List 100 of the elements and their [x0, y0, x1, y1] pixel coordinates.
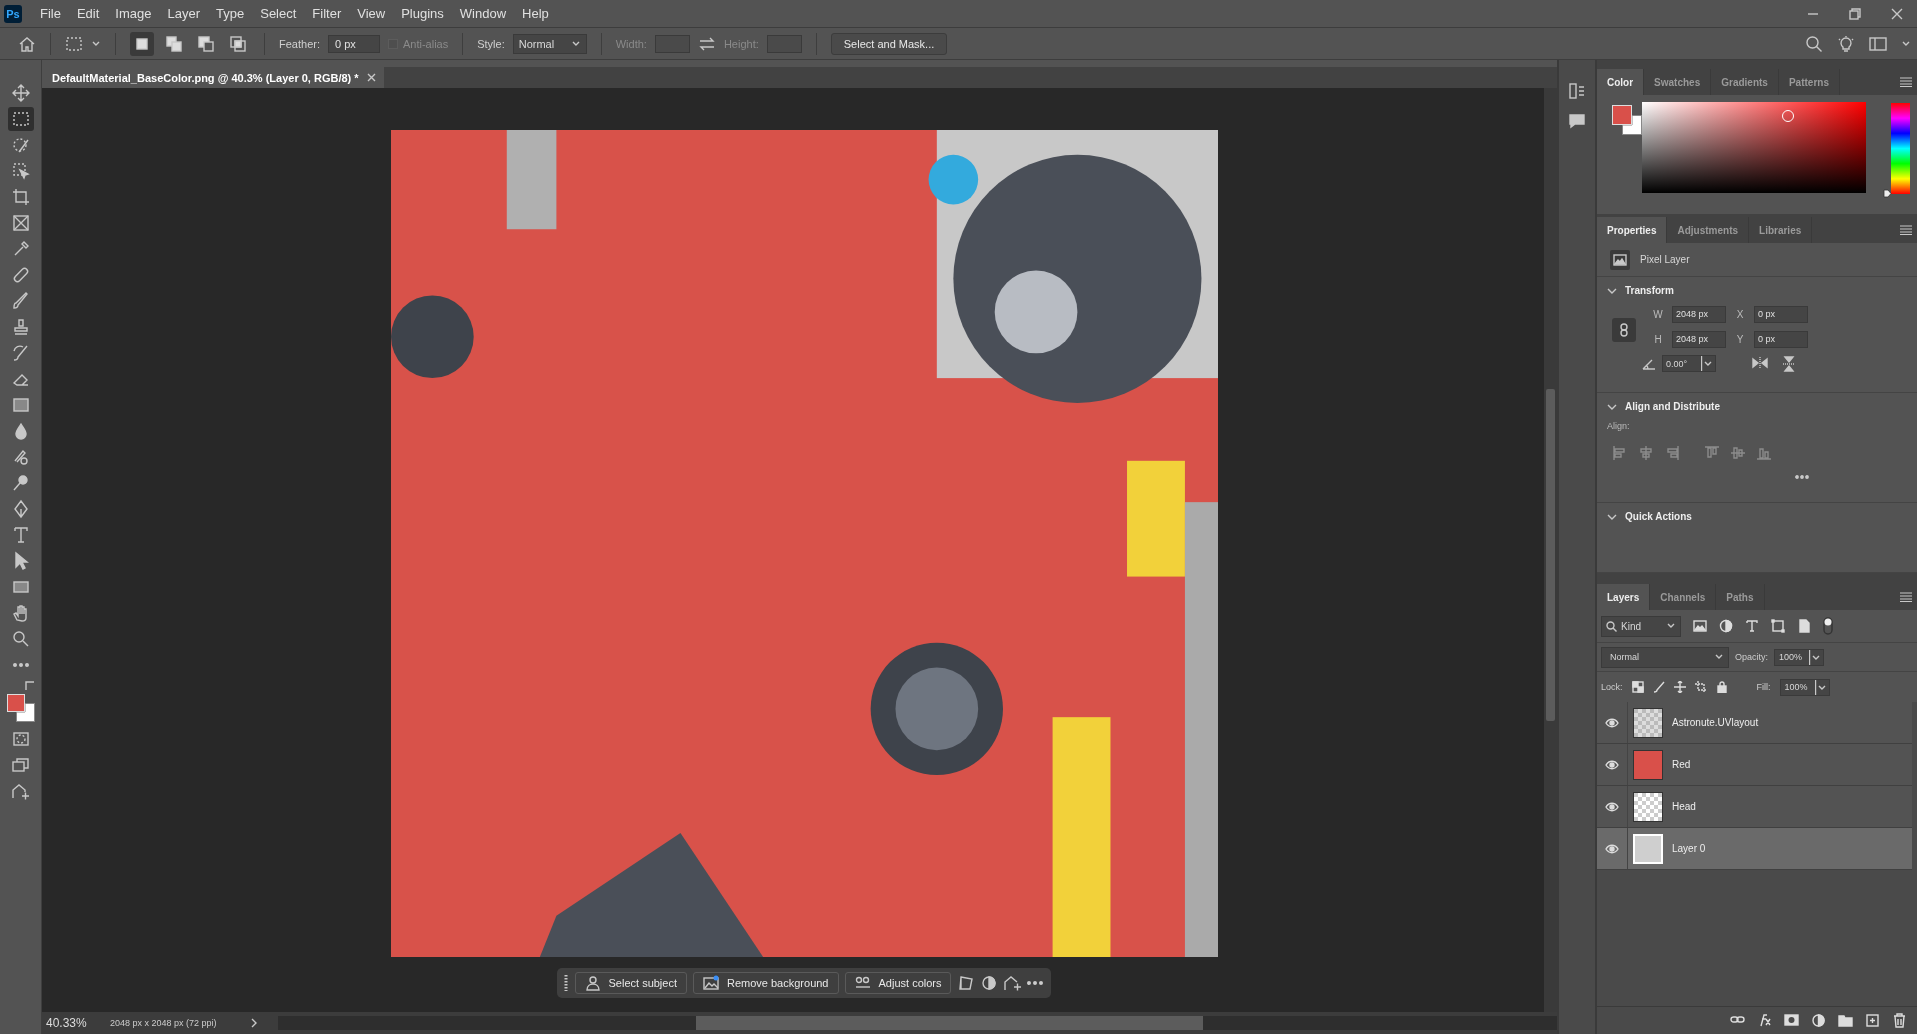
- shape-filter-icon[interactable]: [1771, 619, 1785, 633]
- new-layer-icon[interactable]: [1865, 1013, 1880, 1028]
- flip-horizontal-icon[interactable]: [1752, 355, 1768, 370]
- layer-row[interactable]: Head: [1597, 786, 1912, 828]
- swap-icon[interactable]: [697, 36, 716, 51]
- dodge-tool-icon[interactable]: [10, 473, 31, 493]
- menu-item[interactable]: Plugins: [393, 6, 452, 21]
- toggle-icon[interactable]: [1823, 617, 1833, 635]
- menu-item[interactable]: Type: [208, 6, 253, 21]
- restore-icon[interactable]: [1849, 7, 1861, 20]
- menu-item[interactable]: Layer: [159, 6, 209, 21]
- eye-icon[interactable]: [1605, 801, 1619, 812]
- menu-item[interactable]: Image: [107, 6, 160, 21]
- menu-item[interactable]: Select: [252, 6, 305, 21]
- image-plus-icon[interactable]: [10, 781, 31, 801]
- eye-icon[interactable]: [1605, 759, 1619, 770]
- move-tool-icon[interactable]: [10, 83, 31, 103]
- brush-icon[interactable]: [10, 291, 31, 311]
- close-icon[interactable]: [366, 73, 376, 82]
- feather-field[interactable]: 0 px: [327, 34, 380, 53]
- menu-item[interactable]: Window: [451, 6, 515, 21]
- brush-icon[interactable]: [1652, 681, 1665, 693]
- screen-mode-icon[interactable]: [10, 755, 31, 775]
- comment-icon[interactable]: [1568, 112, 1586, 130]
- adjustment-layer-icon[interactable]: [1811, 1013, 1826, 1028]
- eye-icon[interactable]: [1605, 717, 1619, 728]
- transform-icon[interactable]: [957, 974, 976, 992]
- history-panel-icon[interactable]: [1568, 82, 1586, 100]
- smart-object-filter-icon[interactable]: [1797, 619, 1811, 633]
- menu-item[interactable]: Edit: [68, 6, 108, 21]
- type-filter-icon[interactable]: [1745, 619, 1759, 633]
- style-dropdown[interactable]: Normal: [512, 33, 587, 54]
- context-button[interactable]: Adjust colors: [844, 972, 952, 994]
- foreground-color-swatch[interactable]: [6, 694, 25, 712]
- layer-row[interactable]: Red: [1597, 744, 1912, 786]
- move-icon[interactable]: [1673, 681, 1686, 693]
- more-icon[interactable]: [1795, 475, 1809, 479]
- blend-mode-dropdown[interactable]: Normal: [1601, 646, 1729, 668]
- layer-row[interactable]: Layer 0: [1597, 828, 1912, 870]
- zoom-icon[interactable]: [10, 629, 31, 649]
- panel-tab[interactable]: Properties: [1597, 217, 1668, 243]
- swap-colors-icon[interactable]: [24, 681, 35, 691]
- flip-vertical-icon[interactable]: [1782, 355, 1796, 372]
- fx-icon[interactable]: [1757, 1013, 1772, 1028]
- eye-icon[interactable]: [1605, 843, 1619, 854]
- panel-menu-icon[interactable]: [1899, 77, 1913, 87]
- select-and-mask-button[interactable]: Select and Mask...: [830, 32, 948, 55]
- lock-icon[interactable]: [1715, 681, 1728, 693]
- close-icon[interactable]: [1891, 7, 1903, 20]
- frame-tool-icon[interactable]: [10, 213, 31, 233]
- opacity-field[interactable]: 100%: [1774, 648, 1824, 666]
- lock-transparency-icon[interactable]: [1631, 681, 1644, 693]
- menu-item[interactable]: File: [32, 6, 69, 21]
- panel-menu-icon[interactable]: [1899, 225, 1913, 235]
- document-tab[interactable]: DefaultMaterial_BaseColor.png @ 40.3% (Layer 0, RGB/8) *: [42, 67, 384, 88]
- image-plus-icon[interactable]: [1003, 974, 1022, 992]
- crop-tool-icon[interactable]: [10, 187, 31, 207]
- lightbulb-icon[interactable]: [1837, 34, 1855, 53]
- color-field[interactable]: [1642, 102, 1866, 193]
- search-icon[interactable]: [1805, 34, 1823, 53]
- quick-selection-icon[interactable]: [10, 135, 31, 155]
- intersect-selection-icon[interactable]: [229, 34, 247, 53]
- menu-item[interactable]: View: [349, 6, 394, 21]
- value-field[interactable]: 2048 px: [1672, 306, 1726, 323]
- subtract-selection-icon[interactable]: [197, 34, 215, 53]
- folder-icon[interactable]: [1838, 1013, 1853, 1028]
- layer-row[interactable]: Astronute.UVlayout: [1597, 702, 1912, 744]
- home-icon[interactable]: [18, 34, 36, 53]
- foreground-color-swatch[interactable]: [1612, 105, 1632, 125]
- contrast-icon[interactable]: [981, 975, 998, 991]
- context-button[interactable]: Remove background: [693, 972, 839, 994]
- background-color-swatch[interactable]: [15, 703, 35, 722]
- gradient-icon[interactable]: [10, 395, 31, 415]
- value-field[interactable]: 0 px: [1754, 306, 1808, 323]
- adjustment-filter-icon[interactable]: [1719, 619, 1733, 633]
- fill-field[interactable]: 100%: [1779, 678, 1830, 696]
- menu-item[interactable]: Filter: [304, 6, 350, 21]
- drag-handle-icon[interactable]: [562, 974, 569, 992]
- image-filter-icon[interactable]: [1693, 619, 1707, 633]
- marquee-tool-icon[interactable]: [10, 109, 31, 129]
- hue-slider-thumb[interactable]: [1883, 189, 1892, 198]
- menu-item[interactable]: Help: [514, 6, 557, 21]
- angle-field[interactable]: 0.00°: [1662, 355, 1716, 372]
- panel-tab[interactable]: Layers: [1597, 584, 1651, 610]
- add-selection-icon[interactable]: [165, 34, 183, 53]
- zoom-level[interactable]: 40.33%: [42, 1016, 104, 1030]
- scrollbar-thumb[interactable]: [1546, 389, 1555, 721]
- object-selection-icon[interactable]: [10, 161, 31, 181]
- panel-tab[interactable]: Color: [1597, 69, 1645, 95]
- value-field[interactable]: 2048 px: [1672, 331, 1726, 348]
- workspace-icon[interactable]: [1869, 35, 1887, 52]
- context-button[interactable]: Select subject: [574, 972, 687, 994]
- quick-mask-icon[interactable]: [10, 729, 31, 749]
- panel-menu-icon[interactable]: [1899, 592, 1913, 602]
- scrollbar-thumb[interactable]: [696, 1016, 1203, 1030]
- background-color-swatch[interactable]: [1622, 115, 1642, 135]
- filter-dropdown[interactable]: Kind: [1601, 615, 1681, 637]
- mask-icon[interactable]: [1784, 1013, 1799, 1028]
- chevron-right-icon[interactable]: [250, 1018, 258, 1028]
- marquee-icon[interactable]: [65, 34, 83, 53]
